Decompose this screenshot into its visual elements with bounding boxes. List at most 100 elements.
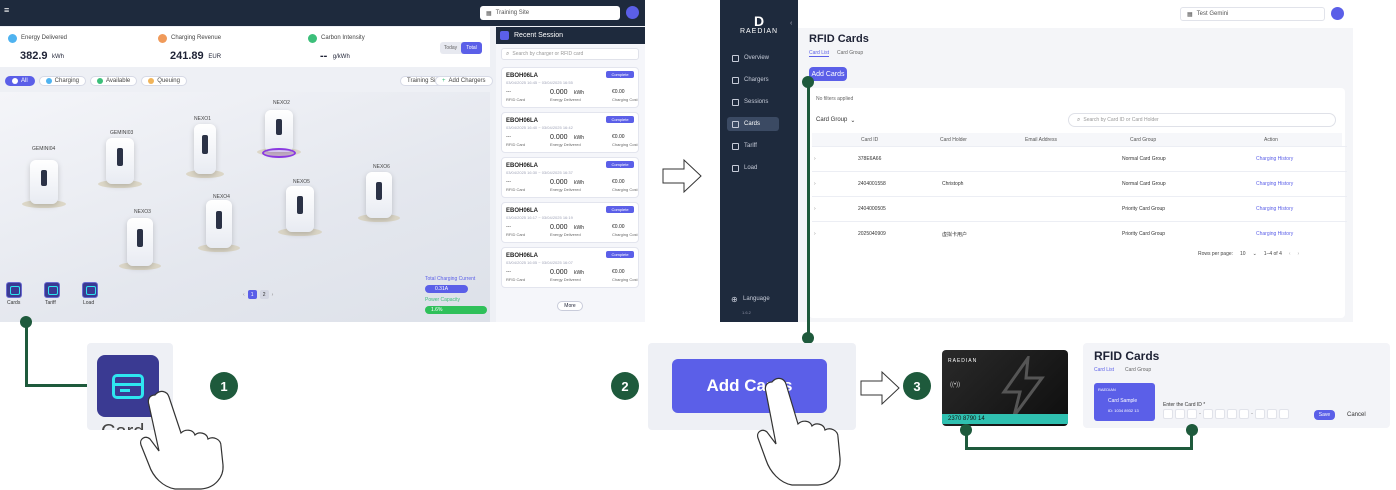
prev-page-icon[interactable]: ‹ xyxy=(1289,251,1291,257)
cell-card-group: Priority Card Group xyxy=(1122,206,1166,212)
tool-cards-button[interactable] xyxy=(6,282,22,298)
sidebar-item-label: Tariff xyxy=(744,143,757,149)
tariff-icon xyxy=(732,142,739,150)
session-card[interactable]: EBOH06LA 03/04/2025 16:30 ~ 03/04/2025 16… xyxy=(501,157,639,198)
card-id-digit[interactable] xyxy=(1227,409,1237,419)
cell-card-group: Normal Card Group xyxy=(1122,181,1166,187)
rows-per-page-select[interactable]: 10 xyxy=(1240,251,1246,257)
card-search-input[interactable]: ⌕ Search by Card ID or Card Holder xyxy=(1068,113,1336,127)
page-1-button[interactable]: 1 xyxy=(247,290,257,299)
more-button[interactable]: More xyxy=(557,301,583,311)
rfid-card-label: RFID Card xyxy=(506,232,526,237)
charger-screen xyxy=(376,182,382,200)
sidebar-item-label: Load xyxy=(744,165,758,171)
rfid-site-selector[interactable]: ▦ Test Gemini xyxy=(1180,7,1325,21)
charging-history-link[interactable]: Charging History xyxy=(1256,206,1293,212)
table-row[interactable]: › 2025040909 虚拟卡用户 Priority Card Group Charg… xyxy=(812,221,1347,246)
filter-pill[interactable]: Charging xyxy=(38,76,87,86)
prev-page-icon[interactable]: ‹ xyxy=(243,292,245,298)
version-label: 1.6.2 xyxy=(742,310,751,315)
card-id-digit[interactable] xyxy=(1239,409,1249,419)
card-id-digit[interactable] xyxy=(1255,409,1265,419)
pointing-hand-icon xyxy=(757,377,841,486)
card-id-digit[interactable] xyxy=(1163,409,1173,419)
expand-row-icon[interactable]: › xyxy=(814,181,816,187)
sidebar-item-chargers[interactable]: Chargers xyxy=(727,73,779,87)
charger-unit[interactable] xyxy=(194,124,216,174)
filter-pill[interactable]: Queuing xyxy=(141,76,187,86)
add-cards-button[interactable]: Add Cards xyxy=(809,67,847,81)
charger-unit[interactable] xyxy=(106,138,134,184)
session-card[interactable]: EBOH06LA 03/04/2025 16:45 ~ 03/04/2025 16… xyxy=(501,67,639,108)
arrow-right-icon xyxy=(662,158,702,194)
tab-card-group[interactable]: Card Group xyxy=(837,50,863,56)
card-id-digit[interactable] xyxy=(1279,409,1289,419)
language-link[interactable]: Language xyxy=(743,296,770,302)
page-2-button[interactable]: 2 xyxy=(259,290,269,299)
rfid-user-avatar-icon[interactable] xyxy=(1331,7,1344,20)
card-id-digit[interactable] xyxy=(1267,409,1277,419)
collapse-sidebar-icon[interactable]: ‹ xyxy=(790,20,792,27)
rfid-card-label: RFID Card xyxy=(506,277,526,282)
tab-card-list[interactable]: Card List xyxy=(809,50,830,57)
sidebar-item-cards[interactable]: Cards xyxy=(727,117,779,131)
charger-unit[interactable] xyxy=(127,218,153,266)
charging-history-link[interactable]: Charging History xyxy=(1256,181,1293,187)
tool-tariff-button[interactable] xyxy=(44,282,60,298)
filter-pill[interactable]: Available xyxy=(90,76,138,86)
menu-icon[interactable]: ≡ xyxy=(4,5,9,15)
expand-row-icon[interactable]: › xyxy=(814,156,816,162)
session-card[interactable]: EBOH06LA 03/04/2025 16:17 ~ 03/04/2025 16… xyxy=(501,202,639,243)
sidebar-item-load[interactable]: Load xyxy=(727,161,779,175)
session-search-input[interactable]: ⌕ Search by charger or RFID card xyxy=(501,48,639,60)
filter-pill[interactable]: All xyxy=(5,76,35,86)
tool-load-button[interactable] xyxy=(82,282,98,298)
expand-row-icon[interactable]: › xyxy=(814,206,816,212)
card-group-filter[interactable]: Card Group ⌄ xyxy=(816,117,855,124)
cost-value: €0.00 xyxy=(612,134,625,140)
add-chargers-button[interactable]: + Add Chargers xyxy=(435,76,493,86)
site-selector[interactable]: ▦ Training Site xyxy=(480,6,620,20)
charger-unit[interactable] xyxy=(265,110,293,152)
charger-label: NEXO6 xyxy=(373,164,390,170)
period-today-button[interactable]: Today xyxy=(440,42,461,54)
table-row[interactable]: › 378E6A66 Normal Card Group Charging Histo… xyxy=(812,146,1347,171)
card-id-digit[interactable] xyxy=(1215,409,1225,419)
session-card[interactable]: EBOH06LA 03/04/2025 16:05 ~ 03/04/2025 16… xyxy=(501,247,639,288)
expand-row-icon[interactable]: › xyxy=(814,231,816,237)
charger-unit[interactable] xyxy=(206,200,232,248)
tool-label: Load xyxy=(83,300,95,306)
charger-unit[interactable] xyxy=(366,172,392,218)
load-icon xyxy=(732,164,739,172)
charging-history-link[interactable]: Charging History xyxy=(1256,231,1293,237)
card-id-digit[interactable] xyxy=(1187,409,1197,419)
user-avatar-icon[interactable] xyxy=(626,6,639,19)
energy-value: 0.000 xyxy=(550,89,568,96)
total-current-label: Total Charging Current xyxy=(425,276,476,282)
table-row[interactable]: › 2404001558 Christoph Normal Card Group Cha… xyxy=(812,171,1347,196)
sample-id: ID: 1034 8932 13 xyxy=(1108,408,1139,413)
form-tab-card-group[interactable]: Card Group xyxy=(1125,367,1151,373)
cancel-button[interactable]: Cancel xyxy=(1347,412,1366,418)
charger-label: NEXO1 xyxy=(194,116,211,122)
session-id: EBOH06LA xyxy=(506,253,539,259)
card-id-digit[interactable] xyxy=(1203,409,1213,419)
sidebar-item-sessions[interactable]: Sessions xyxy=(727,95,779,109)
cost-value: €0.00 xyxy=(612,179,625,185)
table-row[interactable]: › 2404000505 Priority Card Group Charging H… xyxy=(812,196,1347,221)
card-id-input[interactable]: -- xyxy=(1163,409,1289,419)
sidebar-item-tariff[interactable]: Tariff xyxy=(727,139,779,153)
period-total-button[interactable]: Total xyxy=(461,42,482,54)
charger-unit[interactable] xyxy=(286,186,314,232)
next-page-icon[interactable]: › xyxy=(272,292,274,298)
charger-unit[interactable] xyxy=(30,160,58,204)
form-tab-card-list[interactable]: Card List xyxy=(1094,367,1114,373)
charging-history-link[interactable]: Charging History xyxy=(1256,156,1293,162)
next-page-icon[interactable]: › xyxy=(1298,251,1300,257)
session-card[interactable]: EBOH06LA 03/04/2025 16:40 ~ 03/04/2025 16… xyxy=(501,112,639,153)
building-icon: ▦ xyxy=(1187,11,1193,18)
sidebar-item-overview[interactable]: Overview xyxy=(727,51,779,65)
card-id-digit[interactable] xyxy=(1175,409,1185,419)
save-button[interactable]: Save xyxy=(1314,410,1335,420)
stat-value: 241.89 xyxy=(170,50,204,62)
